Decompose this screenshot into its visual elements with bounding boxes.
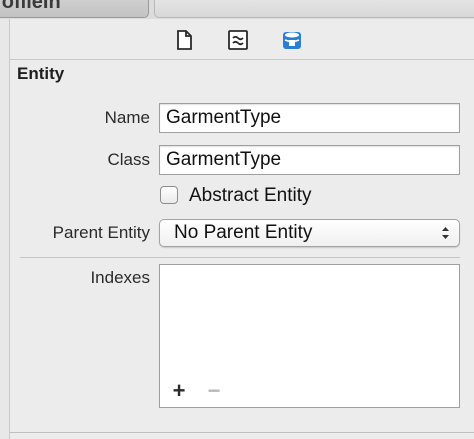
quick-help-icon[interactable]	[227, 29, 249, 51]
inspector-selector-bar	[10, 19, 474, 60]
abstract-entity-label[interactable]: Abstract Entity	[189, 185, 312, 207]
section-divider	[20, 257, 460, 258]
section-title-entity: Entity	[17, 64, 65, 83]
popup-arrows-icon	[442, 227, 449, 239]
parent-entity-label: Parent Entity	[52, 223, 150, 242]
inspector-tab-area	[154, 0, 474, 18]
entity-name-field[interactable]: GarmentType	[159, 103, 460, 133]
editor-tab-label: rofileIn	[0, 0, 61, 13]
tab-bar: rofileIn	[0, 0, 474, 20]
parent-entity-popup[interactable]: No Parent Entity	[159, 219, 460, 247]
parent-entity-value: No Parent Entity	[174, 222, 313, 243]
editor-tab[interactable]: rofileIn	[0, 0, 149, 18]
editor-edge	[0, 19, 10, 439]
entity-class-field[interactable]: GarmentType	[159, 145, 460, 175]
add-index-button[interactable]: +	[170, 380, 188, 402]
abstract-entity-checkbox[interactable]	[160, 186, 178, 204]
class-label: Class	[107, 150, 150, 169]
file-inspector-icon[interactable]	[173, 29, 195, 51]
name-label: Name	[104, 108, 150, 127]
bottom-divider	[10, 432, 474, 433]
indexes-label: Indexes	[90, 268, 150, 287]
remove-index-button[interactable]: −	[205, 380, 223, 402]
data-model-inspector-icon[interactable]	[281, 29, 303, 51]
